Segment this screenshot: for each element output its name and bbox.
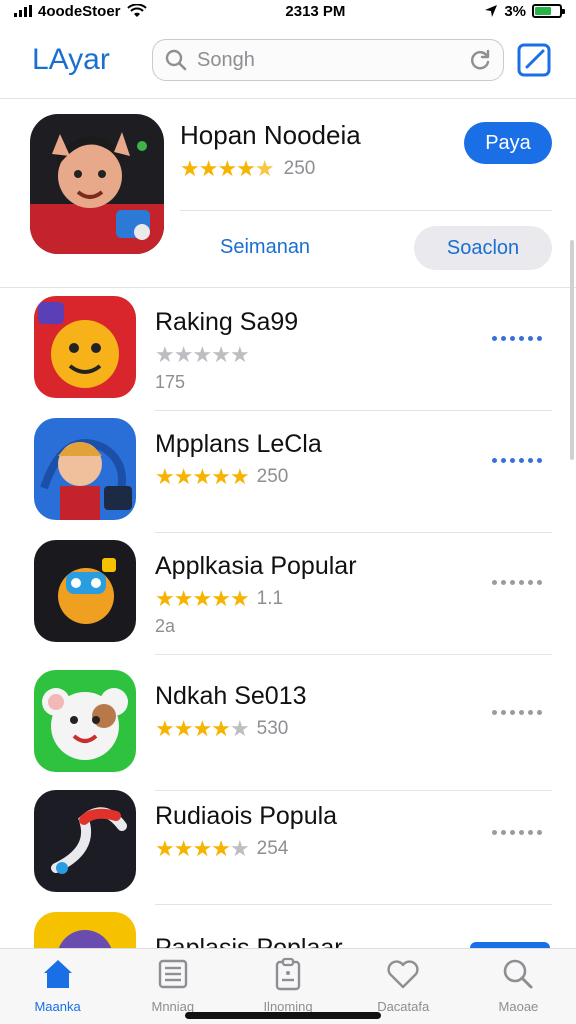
header-divider [0, 98, 576, 99]
rating-count: 530 [256, 718, 289, 739]
app-rating: ★★★★★ 250 [155, 464, 288, 490]
list-item[interactable]: Applkasia Popular ★★★★★ 1.1 2a [0, 540, 576, 660]
clipboard-icon [275, 957, 301, 991]
rating-count: 254 [256, 838, 289, 859]
compose-icon[interactable] [516, 42, 552, 78]
signal-icon [14, 5, 32, 17]
featured-divider [180, 210, 552, 211]
mouse-face-icon [34, 670, 136, 772]
tab-label: Dacatafa [377, 999, 430, 1014]
status-bar: 4oodeStoer 2313 PM 3% [0, 0, 576, 22]
more-options-icon[interactable] [492, 328, 552, 348]
app-brand: LAyar [32, 43, 110, 76]
star-rating: ★★★★★ [155, 464, 250, 489]
battery-icon [532, 4, 565, 18]
app-rating: ★★★★★ [155, 342, 250, 368]
list-item[interactable]: Mpplans LeCla ★★★★★ 250 [0, 418, 576, 538]
list-item[interactable]: Rudiaois Popula ★★★★★ 254 [0, 790, 576, 910]
list-item[interactable]: Ndkah Se013 ★★★★★ 530 [0, 670, 576, 791]
featured-title: Hopan Noodeia [180, 120, 361, 150]
carrier-label: 4oodeStoer [38, 2, 121, 20]
rating-count: 250 [283, 158, 316, 179]
clock: 2313 PM [285, 2, 346, 20]
home-indicator[interactable] [185, 1012, 381, 1019]
tab-search[interactable]: Maoae [461, 949, 576, 1024]
featured-rating: ★★★★★ 250 [180, 156, 315, 182]
more-options-icon[interactable] [492, 702, 552, 722]
scrollbar[interactable] [570, 240, 574, 460]
star-rating: ★★★★★ [155, 586, 250, 611]
battery-percent: 3% [504, 2, 526, 20]
search-icon [504, 959, 533, 989]
star-rating: ★★★★★ [155, 716, 250, 741]
robot-game-icon [34, 540, 136, 642]
heart-icon [387, 960, 419, 989]
row-divider [155, 532, 552, 533]
wifi-icon [126, 4, 147, 17]
tab-label: Maanka [34, 999, 81, 1014]
location-icon [485, 5, 498, 17]
more-options-icon[interactable] [492, 822, 552, 842]
featured-link[interactable]: Seimanan [220, 236, 310, 259]
app-subtitle: 175 [155, 372, 186, 392]
emoji-face-icon [34, 296, 136, 398]
home-icon [43, 960, 72, 988]
app-name: Mpplans LeCla [155, 430, 322, 458]
tab-home[interactable]: Maanka [0, 949, 115, 1024]
tab-label: Maoae [498, 999, 539, 1014]
app-subtitle: 2a [155, 616, 176, 636]
featured-app[interactable]: Hopan Noodeia ★★★★★ 250 Paya Seimanan So… [0, 108, 576, 286]
cartoon-boy-icon [34, 418, 136, 520]
app-rating: ★★★★★ 530 [155, 716, 288, 742]
app-rating: ★★★★★ 254 [155, 836, 288, 862]
refresh-icon[interactable] [467, 47, 493, 73]
app-name: Applkasia Popular [155, 552, 357, 580]
featured-action-button[interactable]: Paya [464, 122, 552, 164]
header: LAyar Songh [0, 28, 576, 92]
more-options-icon[interactable] [492, 572, 552, 592]
list-item[interactable]: Raking Sa99 ★★★★★ 175 [0, 296, 576, 416]
cartoon-character-icon [30, 114, 164, 254]
music-note-icon [34, 790, 136, 892]
row-divider [155, 654, 552, 655]
app-name: Ndkah Se013 [155, 682, 307, 710]
featured-secondary-button[interactable]: Soaclon [414, 226, 552, 270]
search-input[interactable]: Songh [189, 49, 467, 72]
news-icon [158, 959, 187, 989]
row-divider [155, 904, 552, 905]
rating-count: 1.1 [256, 588, 284, 609]
app-name: Raking Sa99 [155, 308, 299, 336]
star-rating: ★★★★★ [180, 156, 275, 181]
app-name: Rudiaois Popula [155, 802, 338, 830]
star-rating: ★★★★★ [155, 342, 250, 367]
search-icon [165, 49, 187, 71]
more-options-icon[interactable] [492, 450, 552, 470]
star-rating: ★★★★★ [155, 836, 250, 861]
featured-divider-bottom [0, 287, 576, 288]
app-rating: ★★★★★ 1.1 [155, 586, 283, 612]
search-bar[interactable]: Songh [152, 39, 504, 81]
row-divider [155, 410, 552, 411]
rating-count: 250 [256, 466, 289, 487]
